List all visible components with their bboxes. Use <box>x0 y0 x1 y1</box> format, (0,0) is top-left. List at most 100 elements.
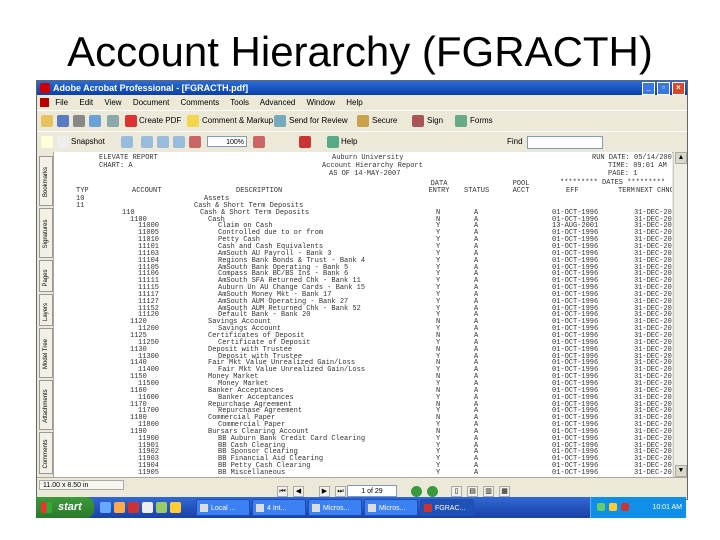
tasks-toolbar: Snapshot 100% Help Find <box>37 131 687 153</box>
sign-icon[interactable] <box>412 115 424 127</box>
fit-page-icon[interactable] <box>157 136 169 148</box>
show-desktop-icon[interactable] <box>100 502 111 513</box>
cell-eff: 01-OCT-1996 <box>552 469 599 477</box>
email-icon[interactable] <box>89 115 101 127</box>
task-microsoft-1[interactable]: Micros... <box>308 499 362 516</box>
menu-tools[interactable]: Tools <box>230 98 249 107</box>
clock: 10:01 AM <box>652 504 682 511</box>
close-button[interactable]: × <box>672 82 685 95</box>
tab-comments[interactable]: Comments <box>39 432 53 474</box>
zoom-in-icon[interactable] <box>121 136 133 148</box>
page-size: 11.00 x 8.50 in <box>39 480 124 490</box>
forms-icon[interactable] <box>455 115 467 127</box>
task-local[interactable]: Local ... <box>196 499 250 516</box>
first-page-button[interactable]: ⏮ <box>277 486 288 497</box>
create-pdf-button[interactable]: Create PDF <box>139 111 181 131</box>
report-as-of: AS OF 14-MAY-2007 <box>329 170 401 178</box>
open-icon[interactable] <box>41 115 53 127</box>
task-fgracth[interactable]: FGRAC... <box>420 499 474 516</box>
lock-icon[interactable] <box>357 115 369 127</box>
snapshot-button[interactable]: Snapshot <box>71 132 105 152</box>
window-title: Adobe Acrobat Professional - [FGRACTH.pd… <box>53 83 249 93</box>
forms-button[interactable]: Forms <box>470 111 493 131</box>
next-page-button[interactable]: ▶ <box>319 486 330 497</box>
single-page-icon[interactable]: ▯ <box>451 486 462 497</box>
zoom-out-icon[interactable] <box>189 136 201 148</box>
tab-signatures[interactable]: Signatures <box>39 208 53 258</box>
previous-view-icon[interactable] <box>411 486 422 497</box>
menu-window[interactable]: Window <box>307 98 335 107</box>
report-run-date: RUN DATE: 05/14/2007 <box>592 154 672 162</box>
start-button[interactable]: start <box>36 497 94 518</box>
save-icon[interactable] <box>57 115 69 127</box>
tab-attachments[interactable]: Attachments <box>39 380 53 430</box>
main-toolbar: Create PDF Comment & Markup Send for Rev… <box>37 110 687 132</box>
zoom-select[interactable]: 100% <box>207 136 247 147</box>
tab-pages[interactable]: Pages <box>39 260 53 292</box>
quick-launch-icon[interactable] <box>142 502 153 513</box>
find-input[interactable] <box>527 136 603 149</box>
security-icon[interactable] <box>621 503 629 511</box>
scroll-up-arrow[interactable]: ▲ <box>675 152 687 164</box>
menu-document[interactable]: Document <box>133 98 169 107</box>
cell-data-entry: Y <box>436 469 441 477</box>
comment-icon[interactable] <box>187 115 199 127</box>
scroll-down-arrow[interactable]: ▼ <box>675 465 687 477</box>
vertical-scrollbar[interactable]: ▲ ▼ <box>673 152 687 477</box>
select-tool-icon[interactable] <box>57 136 69 148</box>
facing-icon[interactable]: ▥ <box>483 486 494 497</box>
minimize-button[interactable]: _ <box>642 82 655 95</box>
fit-width-icon[interactable] <box>173 136 185 148</box>
hand-tool-icon[interactable] <box>41 136 53 148</box>
title-bar: Adobe Acrobat Professional - [FGRACTH.pd… <box>37 81 687 95</box>
help-icon[interactable] <box>327 136 339 148</box>
actual-size-icon[interactable] <box>141 136 153 148</box>
document-view[interactable]: ELEVATE REPORT CHART: A Auburn Universit… <box>54 152 672 477</box>
comment-markup-button[interactable]: Comment & Markup <box>202 111 273 131</box>
tab-model-tree[interactable]: Model Tree <box>39 328 53 378</box>
print-icon[interactable] <box>73 115 85 127</box>
continuous-facing-icon[interactable]: ▦ <box>499 486 510 497</box>
menu-file[interactable]: File <box>55 98 68 107</box>
menu-advanced[interactable]: Advanced <box>260 98 296 107</box>
menu-comments[interactable]: Comments <box>181 98 220 107</box>
outlook-icon[interactable] <box>128 502 139 513</box>
zoom-plus-icon[interactable] <box>253 136 265 148</box>
col-eff: EFF <box>566 187 579 195</box>
menu-edit[interactable]: Edit <box>79 98 93 107</box>
navigation-panel: Bookmarks Signatures Pages Layers Model … <box>37 152 54 477</box>
col-typ: TYP <box>76 187 89 195</box>
next-view-icon[interactable] <box>427 486 438 497</box>
review-icon[interactable] <box>274 115 286 127</box>
typewriter-icon[interactable] <box>299 136 311 148</box>
volume-icon[interactable] <box>609 503 617 511</box>
menu-help[interactable]: Help <box>346 98 362 107</box>
media-player-icon[interactable] <box>114 502 125 513</box>
last-page-button[interactable]: ⏭ <box>335 486 346 497</box>
restore-button[interactable]: ▫ <box>657 82 670 95</box>
task-microsoft-2[interactable]: Micros... <box>364 499 418 516</box>
find-label: Find <box>507 137 523 146</box>
taskbar: start Local ... 4 Int... Micros... Micro… <box>36 497 686 518</box>
cell-status: A <box>474 469 479 477</box>
page-number-field[interactable]: 1 of 29 <box>347 485 397 497</box>
previous-page-button[interactable]: ◀ <box>293 486 304 497</box>
continuous-icon[interactable]: ▤ <box>467 486 478 497</box>
create-pdf-icon[interactable] <box>125 115 137 127</box>
tab-bookmarks[interactable]: Bookmarks <box>39 156 53 206</box>
task-internet[interactable]: 4 Int... <box>252 499 306 516</box>
tab-layers[interactable]: Layers <box>39 294 53 326</box>
secure-button[interactable]: Secure <box>372 111 397 131</box>
cell-description: BB Miscellaneous <box>218 469 286 477</box>
send-for-review-button[interactable]: Send for Review <box>289 111 348 131</box>
sign-button[interactable]: Sign <box>427 111 443 131</box>
menu-view[interactable]: View <box>104 98 121 107</box>
slide-title: Account Hierarchy (FGRACTH) <box>67 28 653 75</box>
network-icon[interactable] <box>597 503 605 511</box>
search-icon[interactable] <box>107 115 119 127</box>
explorer-icon[interactable] <box>156 502 167 513</box>
col-account: ACCOUNT <box>132 187 162 195</box>
document-icon[interactable] <box>40 98 49 108</box>
folder-icon[interactable] <box>170 502 181 513</box>
help-button[interactable]: Help <box>341 132 357 152</box>
